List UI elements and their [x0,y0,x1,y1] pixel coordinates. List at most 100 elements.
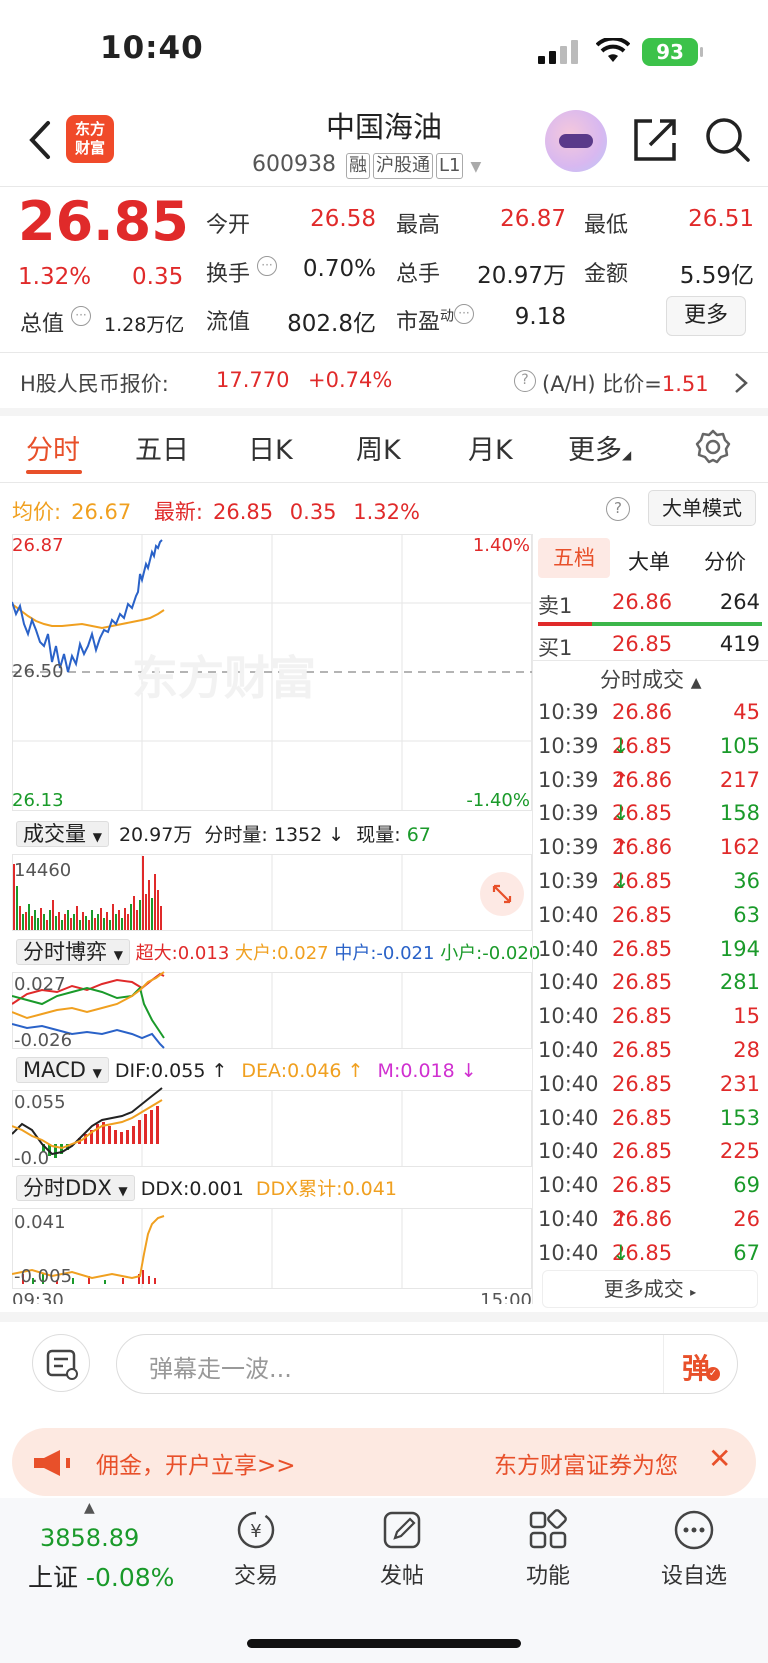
macd-dropdown[interactable]: MACD ▼ [16,1057,109,1083]
tag-level: L1 [435,153,464,179]
promo-banner[interactable]: 佣金，开户立享>> 东方财富证券为您 ✕ [12,1428,756,1496]
amount-label: 金额 [584,262,629,287]
bobai-dropdown[interactable]: 分时博弈 ▼ [16,939,130,965]
status-time: 10:40 [100,30,204,66]
deal-row: 10:39 26.86 ↑ 162 [538,835,760,860]
tab-weekly-k[interactable]: 周K [356,428,401,467]
hshare-label: H股人民币报价: [20,372,169,396]
ddx-header: 分时DDX ▼ DDX:0.001 DDX累计:0.041 [16,1174,397,1205]
price-axis-mid: 26.50 [12,661,64,682]
ddx-dropdown[interactable]: 分时DDX ▼ [16,1175,135,1201]
big-order-mode-button[interactable]: 大单模式 [648,490,756,526]
price-axis-top: 26.87 [12,535,64,556]
tab-intraday[interactable]: 分时 [26,428,80,467]
stock-code-row[interactable]: 600938 融沪股通 L1 ▼ [252,152,481,179]
deal-row: 10:40 26.85 194 [538,936,760,961]
info-icon: ··· [257,256,278,276]
info-icon: ··· [71,306,92,326]
pct-axis-bottom: -1.40% [466,790,530,811]
bobai-axis-top: 0.027 [14,974,66,995]
nav-watchlist[interactable]: 设自选 [644,1508,744,1590]
bobai-axis-bottom: -0.026 [14,1030,72,1051]
deal-row: 10:40 26.85 28 [538,1038,760,1062]
open-value: 26.58 [310,206,376,232]
megaphone-icon [34,1450,70,1476]
help-icon[interactable]: ? [514,370,536,392]
close-icon[interactable]: ✕ [708,1442,731,1475]
deal-row: 10:40 26.85 225 [538,1139,760,1164]
high-label: 最高 [396,213,441,238]
change-value: 0.35 [132,264,184,290]
danmu-input[interactable]: 弹幕走一波... 弹 ✓ [116,1334,738,1394]
trade-icon: ¥ [237,1511,275,1549]
volume-header: 成交量 ▼ 20.97万 分时量: 1352 ↓ 现量: 67 [16,820,431,851]
stock-code: 600938 [252,152,336,177]
tab-daily-k[interactable]: 日K [248,428,293,467]
home-indicator [247,1639,521,1648]
active-tab-indicator [26,470,82,474]
deal-row: 10:40 26.85 281 [538,970,760,995]
wifi-icon [596,38,630,62]
high-value: 26.87 [500,206,566,232]
nav-functions[interactable]: 功能 [498,1508,598,1590]
deal-row: 10:39 26.86 45 [538,700,760,724]
deal-row: 10:40 26.85 153 [538,1105,760,1130]
index-value[interactable]: 3858.89 [40,1524,139,1552]
tag-margin: 融 [345,153,370,179]
macd-header: MACD ▼ DIF:0.055 ↑ DEA:0.046 ↑ M:0.018 ↓ [16,1056,477,1087]
help-icon[interactable]: ? [606,497,630,521]
deal-row: 10:40 26.86 ↑ 26 [538,1207,760,1231]
danmu-send-button[interactable]: 弹 ✓ [663,1335,737,1393]
low-value: 26.51 [688,206,754,232]
volume-axis-max: 14460 [14,860,71,881]
more-quote-button[interactable]: 更多 [666,296,746,336]
grid-icon [529,1509,567,1549]
expand-icon[interactable] [480,872,524,916]
tab-five-level[interactable]: 五档 [538,538,610,578]
ddx-axis-top: 0.041 [14,1212,66,1233]
ddx-axis-bottom: -0.005 [14,1266,72,1287]
float-label: 流值 [206,310,251,335]
tab-5day[interactable]: 五日 [135,428,189,467]
chevron-right-icon[interactable] [734,372,748,394]
tab-monthly-k[interactable]: 月K [468,428,513,467]
volume-dropdown[interactable]: 成交量 ▼ [16,821,109,847]
sell1-row: 卖1 26.86 264 [538,590,760,618]
pe-value: 9.18 [514,304,566,330]
low-label: 最低 [584,213,629,238]
search-icon[interactable] [704,116,752,164]
ah-ratio[interactable]: (A/H) 比价=1.51 [542,368,709,398]
deal-row: 10:40 26.85 231 [538,1071,760,1096]
svg-text:¥: ¥ [250,1521,261,1542]
bobai-header: 分时博弈 ▼ 超大:0.013 大户:0.027 中户:-0.021 小户:-0… [16,938,540,969]
turnover-label: 换手 ··· [206,256,278,288]
index-info[interactable]: 上证 -0.08% [28,1558,174,1594]
more-deals-button[interactable]: 更多成交 ▸ [542,1270,758,1308]
pe-label: 市盈动 ··· [396,304,475,336]
tab-big-orders[interactable]: 大单 [628,546,670,576]
nav-post[interactable]: 发帖 [352,1508,452,1590]
mktcap-label: 总值 ··· [20,306,92,338]
deal-row: 10:39 26.86 ↑ 217 [538,767,760,792]
chart-info: 均价: 26.67 最新: 26.85 0.35 1.32% [12,500,420,524]
danmu-settings-icon[interactable] [32,1334,90,1392]
turnover-value: 0.70% [302,256,376,282]
volume-value: 20.97万 [477,263,566,289]
amount-value: 5.59亿 [679,263,754,289]
battery-indicator: 93 [642,38,703,66]
nav-trade[interactable]: ¥ 交易 [206,1508,306,1590]
hshare-change: +0.74% [308,368,393,392]
share-icon[interactable] [632,117,678,163]
settings-icon[interactable] [694,428,732,466]
macd-bars [42,1106,159,1158]
time-axis-end: 15:00 [480,1290,532,1304]
deals-title[interactable]: 分时成交 ▲ [600,664,701,694]
macd-axis-top: 0.055 [14,1092,66,1113]
mktcap-value: 1.28万亿 [104,314,185,336]
assistant-avatar[interactable] [545,110,607,172]
tab-more[interactable]: 更多◢ [568,428,631,467]
order-bar [538,622,762,626]
deal-row: 10:39 26.85 ↓ 158 [538,801,760,826]
current-price: 26.85 [18,190,189,253]
tab-price-dist[interactable]: 分价 [704,546,746,576]
